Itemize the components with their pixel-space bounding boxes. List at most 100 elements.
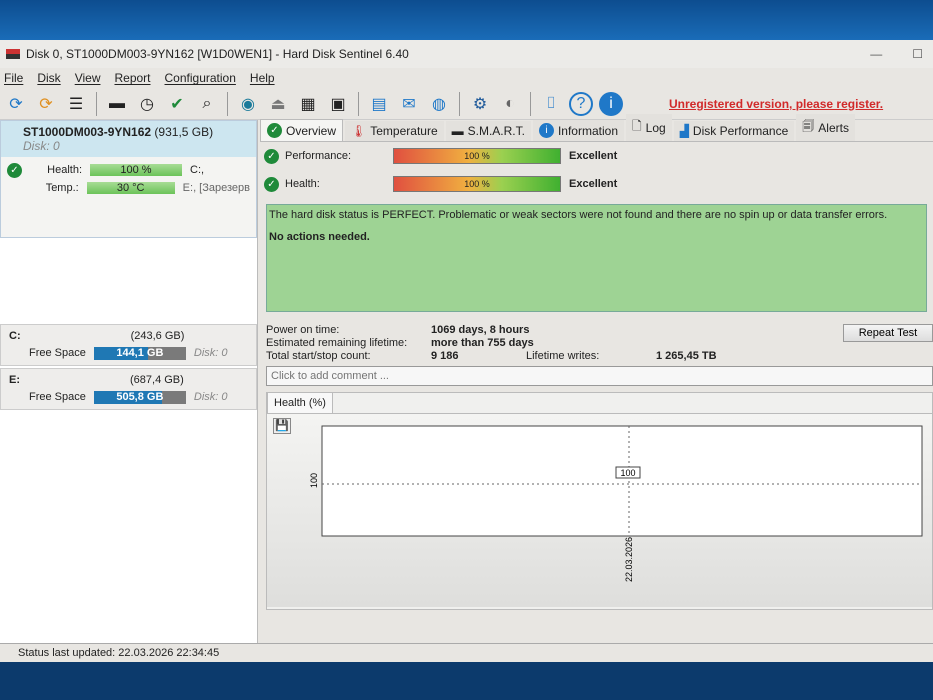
eject-icon[interactable]: ⏏ — [266, 92, 290, 116]
volume-size: (243,6 GB) — [130, 330, 185, 342]
health-chart: 100 100 22.03.2026 — [309, 425, 923, 582]
volume-disk: Disk: 0 — [193, 391, 228, 403]
status-box: The hard disk status is PERFECT. Problem… — [266, 204, 927, 312]
performance-bar: 100 % — [393, 148, 561, 164]
refresh-icon[interactable]: ⟳ — [4, 92, 28, 116]
register-link[interactable]: Unregistered version, please register. — [669, 97, 883, 111]
drive-bay-icon[interactable]: ▦ — [296, 92, 320, 116]
maximize-button[interactable]: ☐ — [912, 47, 923, 61]
disk-surface-test-icon[interactable]: ▬ — [105, 92, 129, 116]
external-drive-icon[interactable]: ▣ — [326, 92, 350, 116]
repeat-test-button[interactable]: Repeat Test — [843, 324, 933, 342]
free-space-bar: 505,8 GB — [93, 390, 186, 404]
health-bar: 100 % — [393, 176, 561, 192]
info-icon: i — [538, 123, 554, 138]
disk-stats: Power on time: 1069 days, 8 hours Estimat… — [260, 312, 933, 362]
check-icon: ✓ — [7, 162, 22, 178]
x-tick-label: 22.03.2026 — [624, 537, 634, 582]
health-chart-panel: Health (%) 💾 100 100 22.03.2026 — [266, 392, 933, 610]
disk-schedule-icon[interactable]: ◷ — [135, 92, 159, 116]
tab-information[interactable]: i Information — [532, 120, 624, 141]
menu-disk[interactable]: Disk — [37, 71, 60, 85]
tab-bar: ✓ Overview 🌡 Temperature ▬ S.M.A.R.T. i Info… — [260, 114, 933, 142]
network-icon[interactable]: ◍ — [427, 92, 451, 116]
tab-log[interactable]: 🗋 Log — [626, 114, 672, 141]
menu-view[interactable]: View — [75, 71, 101, 85]
disk-size: (931,5 GB) — [154, 125, 214, 139]
lifetime-writes: 1 265,45 TB — [656, 350, 717, 362]
globe-disk-icon[interactable]: ◉ — [236, 92, 260, 116]
check-icon: ✓ — [264, 148, 279, 164]
info-icon[interactable]: i — [599, 91, 623, 116]
help-icon[interactable]: ? — [569, 91, 593, 116]
volume-item[interactable]: C: (243,6 GB) Free Space 144,1 GB Disk: 0 — [0, 324, 257, 366]
actions-text: No actions needed. — [269, 231, 370, 243]
tab-smart[interactable]: ▬ S.M.A.R.T. — [445, 121, 531, 141]
disk-list-icon[interactable]: ☰ — [64, 92, 88, 116]
toolbar: ⟳ ⟳ ☰ ▬ ◷ ✔ ⌕ ◉ ⏏ ▦ ▣ ▤ ✉ ◍ ⚙ ◐ ⌷ ? i Un… — [0, 88, 933, 120]
power-on-time: 1069 days, 8 hours — [431, 324, 530, 336]
drive-letter: E:, [Зарезерв — [182, 182, 250, 194]
volume-item[interactable]: E: (687,4 GB) Free Space 505,8 GB Disk: 0 — [0, 368, 257, 410]
disk-search-icon[interactable]: ⌕ — [195, 92, 219, 116]
app-icon — [6, 49, 20, 59]
free-space-bar: 144,1 GB — [93, 346, 186, 360]
temp-label: Temp.: — [45, 182, 79, 194]
data-point-label: 100 — [620, 468, 635, 478]
window-title: Disk 0, ST1000DM003-9YN162 [W1D0WEN1] - … — [26, 47, 409, 61]
performance-row: ✓ Performance: 100 % Excellent — [260, 142, 933, 170]
disk-index: Disk: 0 — [23, 139, 60, 153]
sound-icon[interactable]: ◐ — [498, 92, 522, 116]
menu-report[interactable]: Report — [114, 71, 150, 85]
temp-bar: 30 °C — [86, 182, 175, 194]
comment-input[interactable] — [266, 366, 933, 386]
screenshot-icon[interactable]: ⌷ — [539, 92, 563, 116]
tab-temperature[interactable]: 🌡 Temperature — [345, 121, 444, 141]
start-stop-count: 9 186 — [431, 350, 459, 362]
tab-health-chart[interactable]: Health (%) — [267, 392, 333, 413]
desktop-background — [0, 0, 933, 40]
volume-letter: C: — [9, 330, 21, 342]
refresh-warning-icon[interactable]: ⟳ — [34, 92, 58, 116]
title-bar: Disk 0, ST1000DM003-9YN162 [W1D0WEN1] - … — [0, 40, 933, 68]
check-icon: ✓ — [264, 176, 279, 192]
main-panel: ✓ Overview 🌡 Temperature ▬ S.M.A.R.T. i Info… — [260, 114, 933, 643]
disk-icon: ▬ — [451, 124, 464, 138]
remaining-lifetime: more than 755 days — [431, 337, 534, 349]
volume-disk: Disk: 0 — [193, 347, 228, 359]
document-icon: 🗋 — [632, 119, 642, 133]
disk-name: ST1000DM003-9YN162 — [23, 125, 152, 139]
free-space-label: Free Space — [29, 391, 86, 403]
disk-item[interactable]: ST1000DM003-9YN162 (931,5 GB) Disk: 0 ✓ H… — [0, 120, 257, 238]
y-tick-label: 100 — [309, 473, 319, 488]
tab-disk-performance[interactable]: ▟ Disk Performance — [673, 121, 795, 141]
menu-configuration[interactable]: Configuration — [165, 71, 236, 85]
health-bar: 100 % — [90, 164, 182, 176]
chart-icon: ▟ — [679, 124, 689, 138]
gear-icon[interactable]: ⚙ — [468, 92, 492, 116]
thermometer-icon: 🌡 — [351, 124, 367, 138]
report-icon[interactable]: ▤ — [367, 92, 391, 116]
menu-bar: File Disk View Report Configuration Help — [0, 68, 933, 88]
free-space-label: Free Space — [29, 347, 86, 359]
tab-alerts[interactable]: 🗐 Alerts — [796, 114, 855, 141]
menu-help[interactable]: Help — [250, 71, 275, 85]
menu-file[interactable]: File — [4, 71, 23, 85]
email-icon[interactable]: ✉ — [397, 92, 421, 116]
health-rating: Excellent — [569, 178, 618, 190]
tab-overview[interactable]: ✓ Overview — [260, 119, 344, 141]
volume-size: (687,4 GB) — [130, 374, 184, 386]
app-window: Disk 0, ST1000DM003-9YN162 [W1D0WEN1] - … — [0, 40, 933, 662]
status-bar: Status last updated: 22.03.2026 22:34:45 — [0, 643, 933, 662]
drive-letter: C:, — [190, 164, 205, 176]
alerts-icon: 🗐 — [802, 119, 815, 133]
taskbar — [0, 662, 933, 700]
performance-rating: Excellent — [569, 150, 618, 162]
status-text: The hard disk status is PERFECT. Problem… — [269, 209, 888, 221]
health-row: ✓ Health: 100 % Excellent — [260, 170, 933, 198]
plot-area — [321, 425, 923, 537]
disk-check-icon[interactable]: ✔ — [165, 92, 189, 116]
disk-panel: ST1000DM003-9YN162 (931,5 GB) Disk: 0 ✓ H… — [0, 120, 258, 643]
health-label: Health: — [47, 164, 82, 176]
minimize-button[interactable]: — — [870, 47, 882, 61]
